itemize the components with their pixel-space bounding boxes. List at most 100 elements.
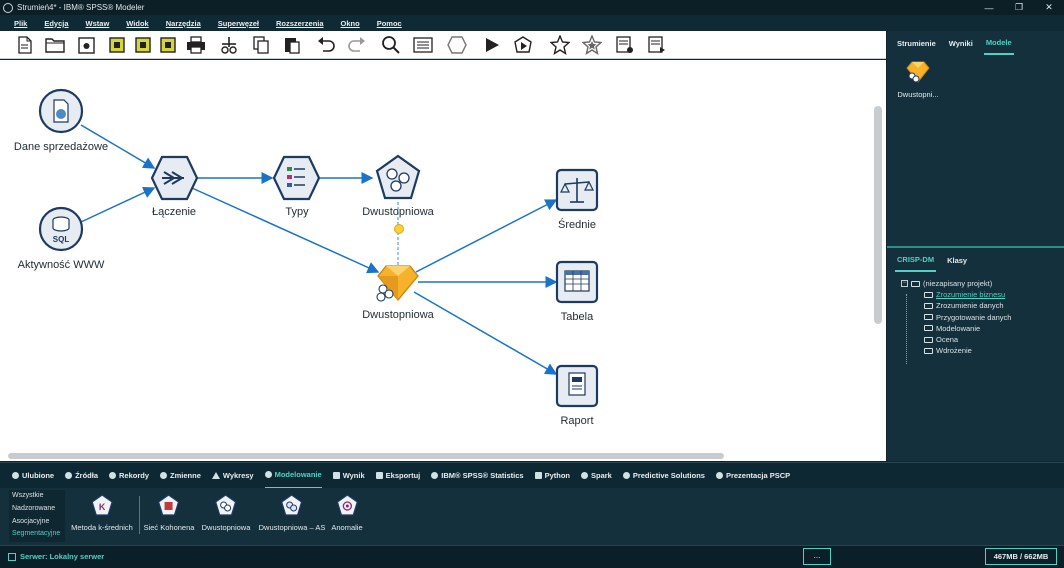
menu-rozszerzenia[interactable]: Rozszerzenia	[276, 19, 324, 28]
node-dwustopniowa-label[interactable]: Dwustopniowa	[362, 206, 434, 218]
window-title: Strumień4* - IBM® SPSS® Modeler	[17, 3, 145, 12]
minimize-button[interactable]: —	[974, 0, 1004, 15]
node-c-icon[interactable]	[158, 35, 178, 55]
run-selection-icon[interactable]	[513, 35, 533, 55]
undo-icon[interactable]	[316, 35, 336, 55]
tree-root[interactable]: − (niezapisany projekt)	[901, 278, 1011, 289]
maximize-button[interactable]: ❐	[1004, 0, 1034, 15]
palette-node-label: Metoda k-średnich	[71, 523, 133, 532]
node-dwustopniowa-nugget-label[interactable]: Dwustopniowa	[362, 309, 434, 321]
tab-wyniki[interactable]: Wyniki	[947, 33, 975, 54]
new-stream-icon[interactable]	[15, 35, 35, 55]
person-icon	[12, 472, 19, 479]
palette-tab-python[interactable]: Python	[534, 463, 570, 489]
menu-pomoc[interactable]: Pomoc	[377, 19, 402, 28]
node-typy-label[interactable]: Typy	[285, 206, 308, 218]
menu-plik[interactable]: Plik	[14, 19, 27, 28]
palette-node-kmeans[interactable]: K Metoda k-średnich	[71, 494, 133, 532]
superwezel-icon[interactable]	[447, 35, 467, 55]
category-segmentacyjne[interactable]: Segmentacyjne	[9, 528, 65, 541]
palette-tab-zmienne[interactable]: Zmienne	[160, 463, 201, 489]
folder-open-icon	[911, 280, 920, 287]
preview-icon[interactable]	[413, 35, 433, 55]
category-wszystkie[interactable]: Wszystkie	[9, 490, 65, 503]
toolbar	[0, 31, 886, 59]
tab-crisp-dm[interactable]: CRISP-DM	[895, 249, 937, 272]
palette-node-anomalie[interactable]: Anomalie	[331, 494, 363, 532]
palette-tab-zrodla[interactable]: Źródła	[65, 463, 98, 489]
menu-wstaw[interactable]: Wstaw	[86, 19, 110, 28]
palette-tab-predictive-solutions[interactable]: Predictive Solutions	[622, 463, 705, 489]
canvas-vertical-scrollbar[interactable]	[874, 106, 882, 324]
node-srednie-label[interactable]: Średnie	[558, 219, 596, 231]
memory-indicator[interactable]: 467MB / 662MB	[985, 548, 1057, 565]
canvas-horizontal-scrollbar[interactable]	[8, 453, 724, 459]
run-icon[interactable]	[482, 35, 502, 55]
comment-icon[interactable]	[647, 35, 667, 55]
open-folder-icon[interactable]	[45, 35, 65, 55]
menu-edycja[interactable]: Edycja	[44, 19, 68, 28]
palette-node-twostep[interactable]: Dwustopniowa	[202, 494, 250, 532]
close-button[interactable]: ✕	[1034, 0, 1064, 15]
cut-icon[interactable]	[219, 35, 239, 55]
node-tabela-label[interactable]: Tabela	[561, 311, 593, 323]
category-nadzorowane[interactable]: Nadzorowane	[9, 503, 65, 516]
print-icon[interactable]	[186, 35, 206, 55]
twostep-as-icon	[281, 494, 303, 516]
stream-canvas[interactable]: SQL Dane sprzedażowe Aktywność WWW Łącze…	[0, 60, 886, 461]
favorite-icon[interactable]	[550, 35, 570, 55]
folder-icon	[924, 302, 933, 309]
spss-modeler-window: Strumień4* - IBM® SPSS® Modeler — ❐ ✕ Pl…	[0, 0, 1064, 568]
menu-widok[interactable]: Widok	[126, 19, 148, 28]
palette-node-twostep-as[interactable]: Dwustopniowa – AS	[259, 494, 325, 532]
node-dwustopniowa-nugget-icon	[376, 265, 419, 302]
python-icon	[534, 472, 542, 479]
palette-tab-modelowanie[interactable]: Modelowanie	[264, 463, 322, 489]
palette-tab-rekordy[interactable]: Rekordy	[109, 463, 149, 489]
palette-categories: Wszystkie Nadzorowane Asocjacyjne Segmen…	[9, 490, 65, 542]
paste-icon[interactable]	[282, 35, 302, 55]
folder-icon	[924, 347, 933, 354]
palette-tab-eksportuj[interactable]: Eksportuj	[375, 463, 420, 489]
node-raport-label[interactable]: Raport	[560, 415, 593, 427]
menu-superwezel[interactable]: Superwęzeł	[218, 19, 259, 28]
tab-modele[interactable]: Modele	[983, 32, 1014, 55]
annotation-icon[interactable]	[615, 35, 635, 55]
palette-node-kohonen[interactable]: Sieć Kohonena	[144, 494, 194, 532]
node-aktywnosc-www-label[interactable]: Aktywność WWW	[18, 259, 105, 271]
status-more-button[interactable]: ...	[803, 548, 831, 565]
search-icon[interactable]	[381, 35, 401, 55]
model-nugget-item[interactable]: Dwustopni...	[896, 61, 940, 99]
node-b-icon[interactable]	[133, 35, 153, 55]
tab-klasy[interactable]: Klasy	[945, 250, 969, 271]
server-status[interactable]: Serwer: Lokalny serwer	[8, 552, 104, 561]
tree-item-zrozumienie-biznesu[interactable]: Zrozumienie biznesu	[901, 289, 1011, 300]
palette-tab-prezentacja-pscp[interactable]: Prezentacja PSCP	[715, 463, 790, 489]
copy-icon[interactable]	[251, 35, 271, 55]
tree-item-modelowanie[interactable]: Modelowanie	[901, 323, 1011, 334]
palette-tab-ulubione[interactable]: Ulubione	[12, 463, 54, 489]
tree-item-ocena[interactable]: Ocena	[901, 334, 1011, 345]
manager-pane: Strumienie Wyniki Modele Dwustopni...	[887, 31, 1064, 246]
tree-item-wdrozenie[interactable]: Wdrożenie	[901, 345, 1011, 356]
category-asocjacyjne[interactable]: Asocjacyjne	[9, 516, 65, 529]
menu-okno[interactable]: Okno	[341, 19, 360, 28]
redo-icon[interactable]	[347, 35, 367, 55]
palette-tab-spss-statistics[interactable]: IBM® SPSS® Statistics	[431, 463, 524, 489]
collapse-icon[interactable]: −	[901, 280, 908, 288]
tree-item-zrozumienie-danych[interactable]: Zrozumienie danych	[901, 300, 1011, 311]
node-dane-sprzedazowe-icon	[38, 88, 84, 134]
palette-tab-wynik[interactable]: Wynik	[332, 463, 365, 489]
node-dane-sprzedazowe-label[interactable]: Dane sprzedażowe	[14, 141, 108, 153]
source-icon	[65, 472, 73, 479]
node-laczenie-label[interactable]: Łączenie	[152, 206, 196, 218]
stream-diagram: SQL	[38, 88, 599, 408]
palette-tab-wykresy[interactable]: Wykresy	[211, 463, 254, 489]
palette-tab-spark[interactable]: Spark	[580, 463, 612, 489]
node-a-icon[interactable]	[107, 35, 127, 55]
tree-item-przygotowanie-danych[interactable]: Przygotowanie danych	[901, 312, 1011, 323]
favorite-outline-icon[interactable]	[582, 35, 602, 55]
tab-strumienie[interactable]: Strumienie	[895, 33, 938, 54]
save-icon[interactable]	[76, 35, 96, 55]
menu-narzedzia[interactable]: Narzędzia	[166, 19, 201, 28]
